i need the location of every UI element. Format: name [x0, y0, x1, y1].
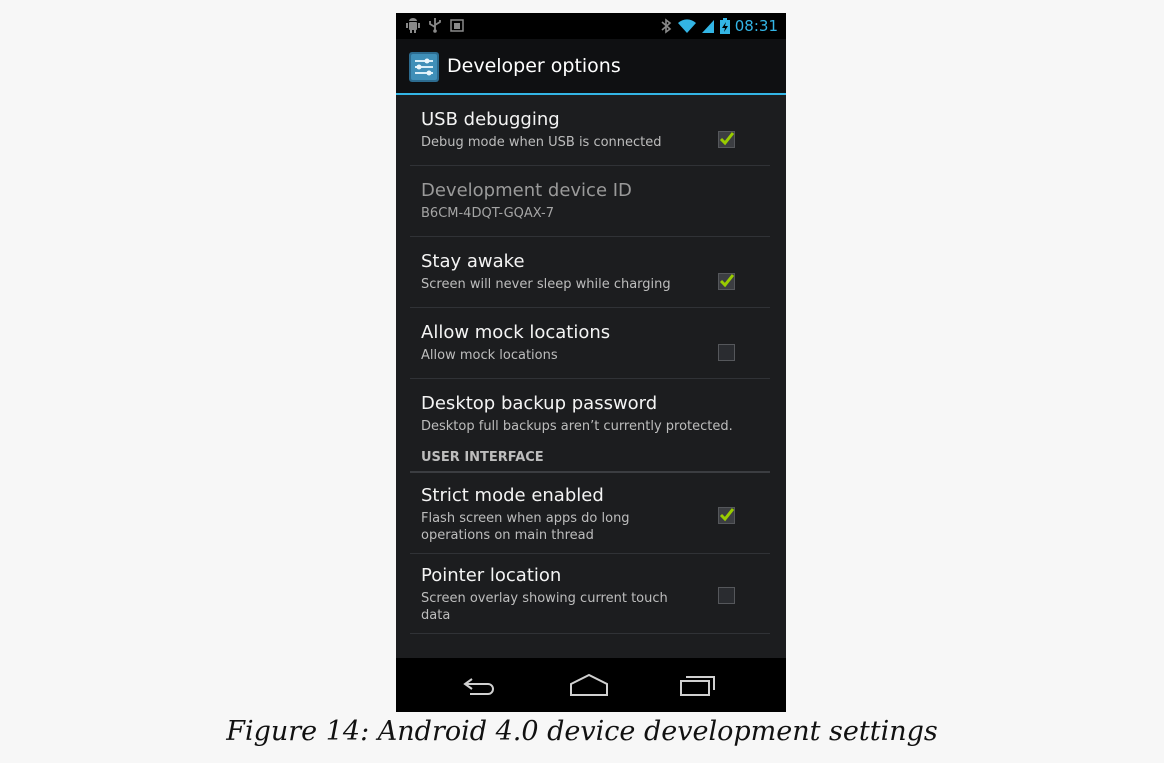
checkbox-checked-icon[interactable]: [718, 131, 735, 148]
setting-summary: Debug mode when USB is connected: [421, 135, 662, 150]
figure-caption: Figure 14: Android 4.0 device developmen…: [226, 716, 938, 747]
setting-summary: Allow mock locations: [421, 348, 558, 363]
setting-summary: Screen overlay showing current touch dat…: [421, 591, 668, 623]
developer-settings-icon[interactable]: [409, 52, 439, 82]
divider: [410, 633, 770, 634]
setting-summary: Desktop full backups aren’t currently pr…: [421, 419, 733, 434]
setting-pointer-location[interactable]: Pointer location Screen overlay showing …: [396, 554, 786, 634]
setting-summary: Flash screen when apps do long operation…: [421, 511, 630, 543]
battery-charging-icon: [719, 18, 730, 34]
page-title: Developer options: [447, 55, 621, 77]
setting-desktop-backup-password[interactable]: Desktop backup password Desktop full bac…: [396, 379, 786, 441]
section-header-user-interface: USER INTERFACE: [396, 441, 786, 473]
phone-screen: 08:31 Developer options USB debugging De…: [396, 13, 786, 712]
setting-strict-mode[interactable]: Strict mode enabled Flash screen when ap…: [396, 473, 786, 554]
bluetooth-icon: [661, 18, 672, 34]
settings-list: USB debugging Debug mode when USB is con…: [396, 95, 786, 634]
setting-title: Pointer location: [421, 565, 562, 586]
signal-icon: [701, 20, 714, 33]
status-bar: 08:31: [396, 13, 786, 39]
wifi-icon: [677, 19, 696, 33]
sd-card-icon: [450, 19, 464, 32]
setting-summary: Screen will never sleep while charging: [421, 277, 671, 292]
checkbox-checked-icon[interactable]: [718, 507, 735, 524]
home-icon[interactable]: [569, 670, 609, 700]
setting-summary: B6CM-4DQT-GQAX-7: [421, 206, 555, 221]
setting-title: Strict mode enabled: [421, 485, 604, 506]
checkbox-unchecked-icon[interactable]: [718, 344, 735, 361]
usb-icon: [429, 18, 441, 33]
setting-title: Allow mock locations: [421, 322, 611, 343]
navigation-bar: [396, 658, 786, 712]
setting-usb-debugging[interactable]: USB debugging Debug mode when USB is con…: [396, 95, 786, 166]
setting-title: USB debugging: [421, 109, 560, 130]
android-debug-icon: [406, 18, 420, 33]
setting-title: Stay awake: [421, 251, 525, 272]
checkbox-unchecked-icon[interactable]: [718, 587, 735, 604]
setting-title: Development device ID: [421, 180, 632, 201]
setting-allow-mock-locations[interactable]: Allow mock locations Allow mock location…: [396, 308, 786, 379]
checkbox-checked-icon[interactable]: [718, 273, 735, 290]
setting-development-device-id: Development device ID B6CM-4DQT-GQAX-7: [396, 166, 786, 237]
status-clock: 08:31: [734, 17, 778, 35]
action-bar: Developer options: [396, 39, 786, 95]
recent-apps-icon[interactable]: [678, 670, 718, 700]
section-label: USER INTERFACE: [421, 450, 544, 465]
setting-title: Desktop backup password: [421, 393, 658, 414]
back-icon[interactable]: [460, 670, 500, 700]
setting-stay-awake[interactable]: Stay awake Screen will never sleep while…: [396, 237, 786, 308]
